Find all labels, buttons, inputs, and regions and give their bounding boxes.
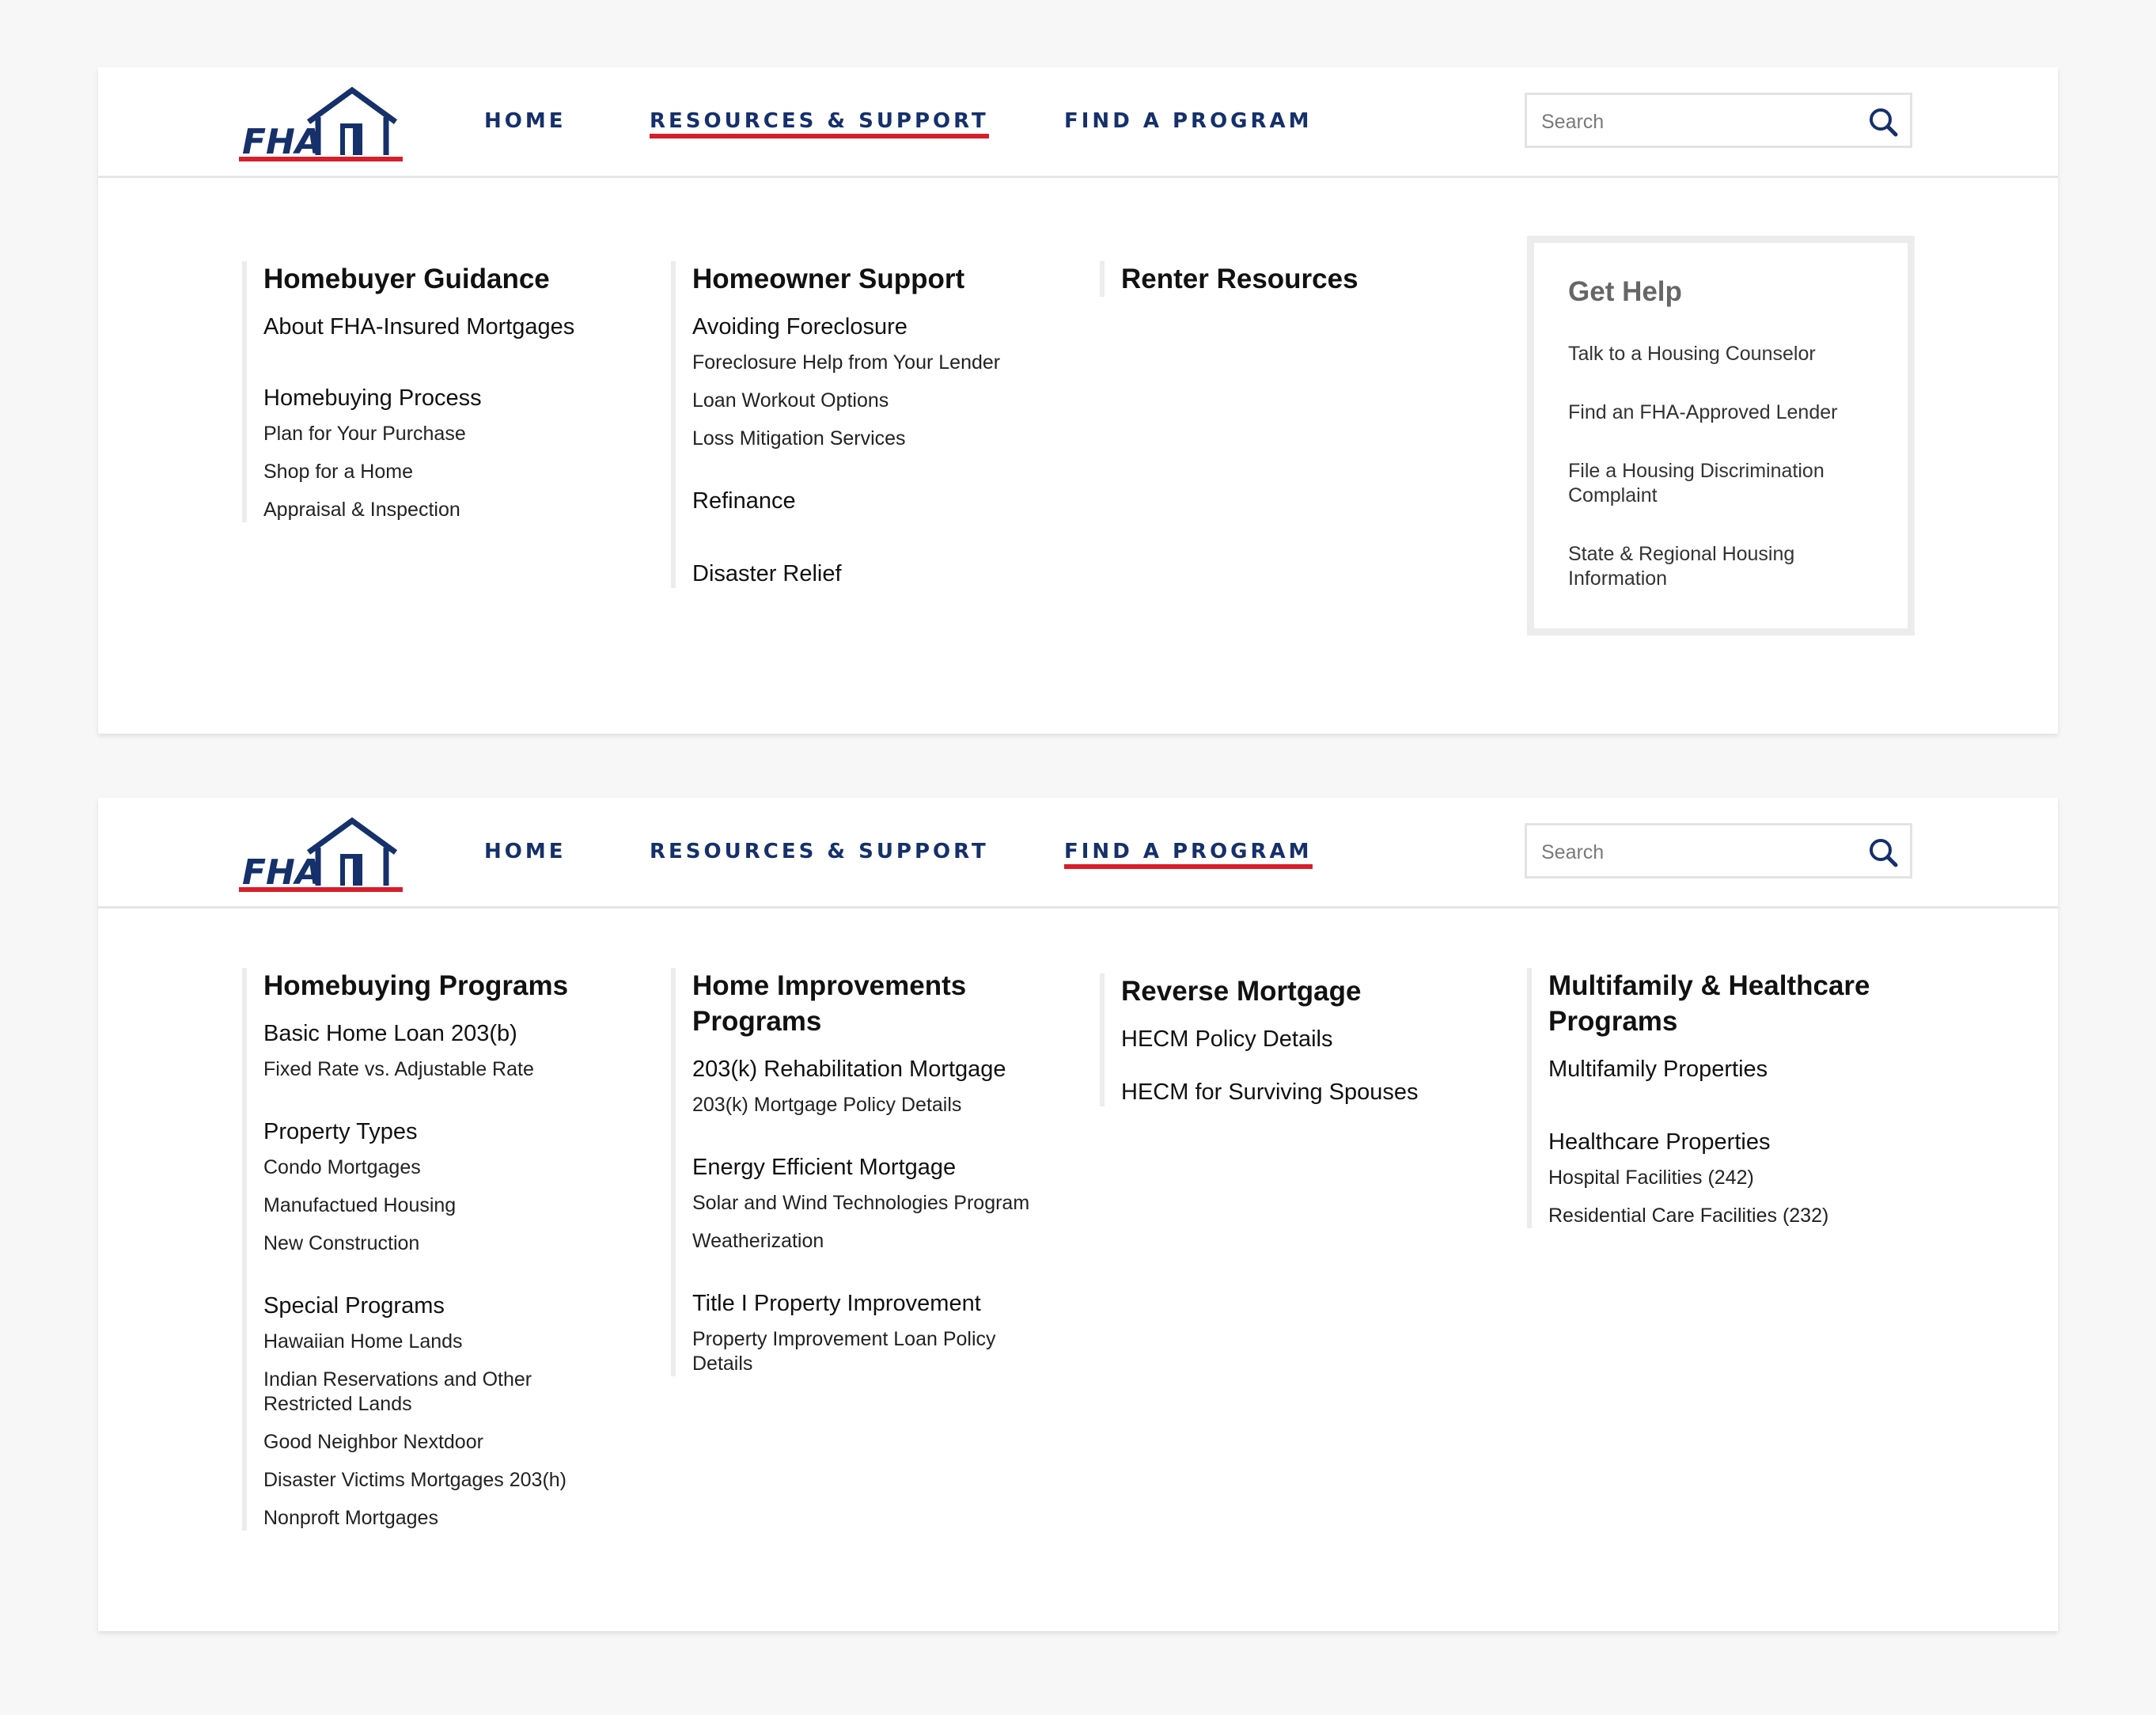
menu-link[interactable]: Plan for Your Purchase (263, 422, 654, 446)
search-input[interactable] (1540, 106, 1859, 138)
fha-logo[interactable]: FHA (239, 814, 403, 894)
menu-link[interactable]: Property Improvement Loan Policy Details (692, 1327, 1040, 1376)
column-title[interactable]: Renter Resources (1121, 261, 1495, 297)
nav-find-a-program[interactable]: FIND A PROGRAM (1064, 840, 1313, 869)
help-link-discrimination-complaint[interactable]: File a Housing Discrimination Complaint (1568, 459, 1893, 508)
menu-link[interactable]: Good Neighbor Nextdoor (263, 1430, 654, 1455)
search-icon[interactable] (1867, 106, 1899, 138)
help-link-state-regional-info[interactable]: State & Regional Housing Information (1568, 542, 1893, 591)
search-box (1525, 823, 1912, 878)
nav-home[interactable]: HOME (484, 840, 566, 863)
menu-link[interactable]: Hospital Facilities (242) (1548, 1166, 1938, 1190)
nav-find-a-program[interactable]: FIND A PROGRAM (1064, 109, 1313, 133)
menu-link[interactable]: Loan Workout Options (692, 389, 1082, 413)
fha-logo[interactable]: FHA (239, 84, 403, 163)
get-help-box: Get Help Talk to a Housing Counselor Fin… (1527, 236, 1915, 636)
menu-subheading[interactable]: Refinance (692, 487, 1082, 515)
menu-link[interactable]: Foreclosure Help from Your Lender (692, 351, 1082, 375)
menu-subheading[interactable]: Homebuying Process (263, 384, 654, 412)
menu-subheading[interactable]: Property Types (263, 1117, 654, 1146)
nav-resources-support[interactable]: RESOURCES & SUPPORT (650, 109, 989, 138)
menu-link[interactable]: Shop for a Home (263, 460, 654, 484)
menu-subheading[interactable]: HECM for Surviving Spouses (1121, 1078, 1511, 1106)
menu-column-homebuyer-guidance: Homebuyer Guidance About FHA-Insured Mor… (242, 261, 654, 522)
menu-subheading[interactable]: Energy Efficient Mortgage (692, 1153, 1082, 1182)
menu-link[interactable]: Solar and Wind Technologies Program (692, 1191, 1082, 1216)
search-input[interactable] (1540, 837, 1859, 868)
menu-subheading[interactable]: Special Programs (263, 1292, 654, 1320)
resources-support-menu-panel: FHA HOME RESOURCES & SUPPORT FIND A PROG… (98, 67, 2058, 734)
menu-subheading[interactable]: HECM Policy Details (1121, 1025, 1511, 1053)
get-help-title: Get Help (1568, 276, 1682, 307)
menu-link[interactable]: Loss Mitigation Services (692, 427, 1082, 451)
logo-wordmark: FHA (242, 852, 322, 893)
menu-link[interactable]: New Construction (263, 1231, 654, 1256)
column-title[interactable]: Homebuying Programs (263, 968, 654, 1004)
column-title[interactable]: Reverse Mortgage (1121, 973, 1511, 1009)
nav-resources-support[interactable]: RESOURCES & SUPPORT (650, 840, 989, 863)
menu-subheading[interactable]: Multifamily Properties (1548, 1055, 1938, 1083)
menu-column-homeowner-support: Homeowner Support Avoiding Foreclosure F… (671, 261, 1082, 588)
menu-subheading[interactable]: Healthcare Properties (1548, 1128, 1938, 1156)
menu-column-renter-resources: Renter Resources (1100, 261, 1495, 297)
menu-subheading[interactable]: Disaster Relief (692, 560, 1082, 588)
menu-subheading[interactable]: About FHA-Insured Mortgages (263, 313, 654, 341)
nav-home[interactable]: HOME (484, 109, 566, 133)
menu-subheading[interactable]: 203(k) Rehabilitation Mortgage (692, 1055, 1082, 1083)
menu-column-homebuying-programs: Homebuying Programs Basic Home Loan 203(… (242, 968, 654, 1531)
menu-link[interactable]: Hawaiian Home Lands (263, 1330, 654, 1354)
help-link-approved-lender[interactable]: Find an FHA-Approved Lender (1568, 400, 1893, 425)
menu-column-multifamily-healthcare: Multifamily & Healthcare Programs Multif… (1527, 968, 1938, 1228)
search-icon[interactable] (1867, 837, 1899, 868)
menu-link[interactable]: Residential Care Facilities (232) (1548, 1204, 1938, 1228)
column-title[interactable]: Homeowner Support (692, 261, 1082, 297)
menu-subheading[interactable]: Title I Property Improvement (692, 1289, 1082, 1318)
site-header: FHA HOME RESOURCES & SUPPORT FIND A PROG… (98, 67, 2058, 178)
menu-link[interactable]: Condo Mortgages (263, 1155, 654, 1180)
menu-subheading[interactable]: Avoiding Foreclosure (692, 313, 1082, 341)
logo-wordmark: FHA (242, 122, 322, 162)
menu-column-reverse-mortgage: Reverse Mortgage HECM Policy Details HEC… (1100, 973, 1511, 1106)
menu-link[interactable]: Manufactued Housing (263, 1193, 654, 1218)
menu-subheading[interactable]: Basic Home Loan 203(b) (263, 1019, 654, 1048)
menu-link[interactable]: Nonproft Mortgages (263, 1506, 654, 1531)
search-box (1525, 93, 1912, 148)
help-link-housing-counselor[interactable]: Talk to a Housing Counselor (1568, 342, 1893, 366)
site-header: FHA HOME RESOURCES & SUPPORT FIND A PROG… (98, 798, 2058, 909)
find-a-program-menu-panel: FHA HOME RESOURCES & SUPPORT FIND A PROG… (98, 798, 2058, 1631)
menu-link[interactable]: 203(k) Mortgage Policy Details (692, 1093, 1082, 1117)
menu-link[interactable]: Fixed Rate vs. Adjustable Rate (263, 1057, 654, 1082)
menu-column-home-improvements-programs: Home Improvements Programs 203(k) Rehabi… (671, 968, 1082, 1376)
column-title[interactable]: Home Improvements Programs (692, 968, 1040, 1039)
menu-link[interactable]: Indian Reservations and Other Restricted… (263, 1368, 596, 1417)
menu-link[interactable]: Appraisal & Inspection (263, 498, 654, 522)
menu-link[interactable]: Weatherization (692, 1229, 1082, 1254)
column-title[interactable]: Multifamily & Healthcare Programs (1548, 968, 1928, 1039)
menu-link[interactable]: Disaster Victims Mortgages 203(h) (263, 1468, 654, 1493)
column-title[interactable]: Homebuyer Guidance (263, 261, 654, 297)
